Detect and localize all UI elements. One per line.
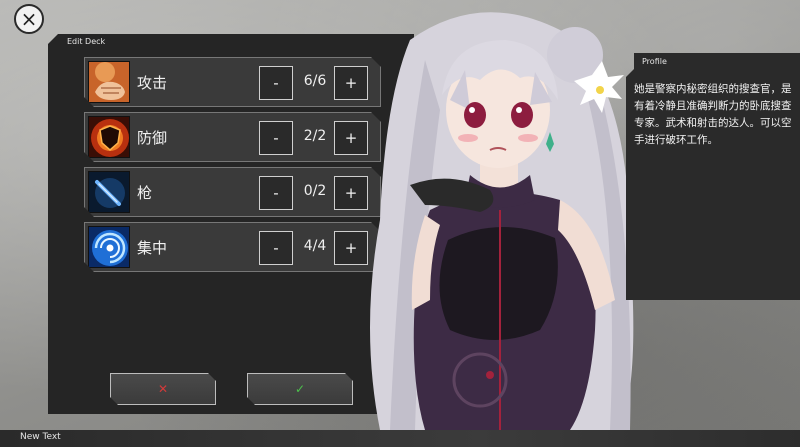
skill-name: 集中: [137, 239, 168, 257]
skill-name: 攻击: [137, 74, 168, 92]
decrease-button[interactable]: -: [259, 121, 293, 155]
character-portrait: [370, 12, 634, 430]
profile-panel: Profile 她是警察内秘密组织的搜查官，是有着冷静且准确判断力的卧底搜查专家…: [626, 53, 800, 300]
cross-icon: ✕: [157, 382, 169, 396]
profile-description: 她是警察内秘密组织的搜查官，是有着冷静且准确判断力的卧底搜查专家。武术和射击的达…: [634, 83, 792, 146]
shield-icon: [88, 116, 130, 158]
decrease-button[interactable]: -: [259, 176, 293, 210]
skill-count: 0/2: [303, 183, 327, 199]
deck-title: Edit Deck: [67, 37, 106, 46]
bottom-bar-text: New Text: [20, 432, 61, 442]
close-icon: ×: [20, 7, 38, 31]
close-button[interactable]: ×: [14, 4, 44, 34]
skill-count: 2/2: [303, 128, 327, 144]
fist-icon: [88, 61, 130, 103]
skill-count: 6/6: [303, 73, 327, 89]
check-icon: ✓: [294, 382, 306, 396]
decrease-button[interactable]: -: [259, 231, 293, 265]
gun-icon: [88, 171, 130, 213]
profile-title: Profile: [642, 57, 667, 66]
cancel-button[interactable]: ✕: [110, 373, 216, 405]
bottom-bar: New Text: [0, 430, 800, 447]
skill-count: 4/4: [303, 238, 327, 254]
skill-name: 防御: [137, 129, 168, 147]
vortex-icon: [88, 226, 130, 268]
decrease-button[interactable]: -: [259, 66, 293, 100]
skill-name: 枪: [137, 184, 153, 202]
